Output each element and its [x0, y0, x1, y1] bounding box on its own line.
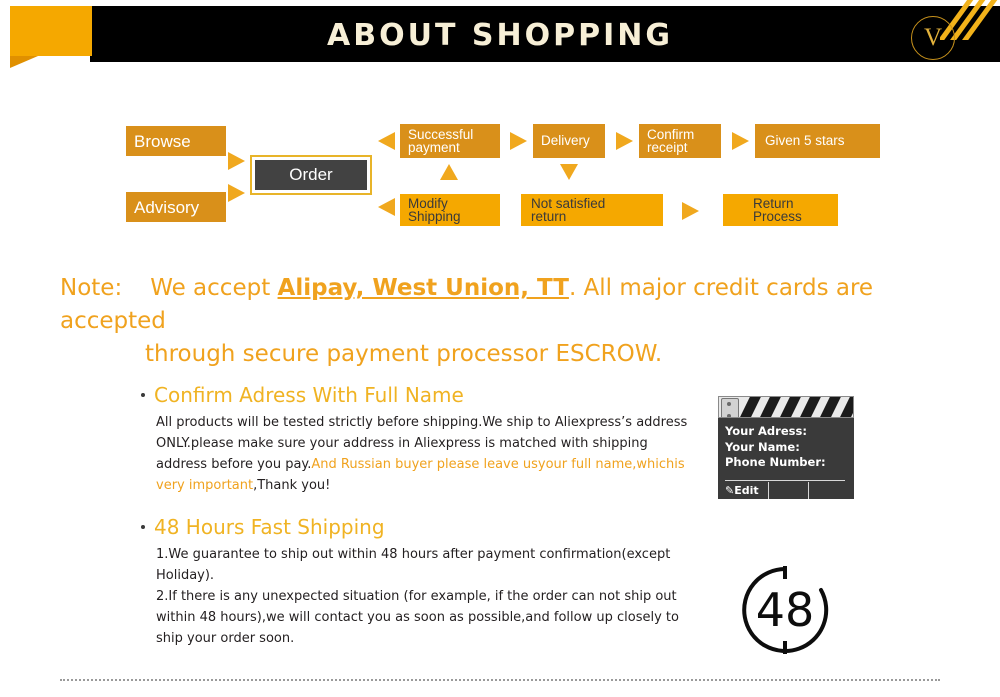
flow-node-confirm-receipt[interactable]: Confirm receipt [639, 124, 721, 158]
page-header: ABOUT SHOPPING V [0, 0, 1000, 68]
flow-node-label: Confirm receipt [647, 126, 695, 155]
flow-arrow-modify-to-payment [440, 164, 458, 180]
clock-value: 48 [755, 583, 815, 637]
flow-arrow-return-to-process [682, 202, 699, 220]
field-label-phone: Phone Number: [725, 455, 826, 469]
flow-node-successful-payment[interactable]: Successful payment [400, 124, 500, 158]
edit-button-label: Edit [734, 484, 759, 497]
section-body: All products will be tested strictly bef… [140, 412, 700, 496]
flow-node-label: Given 5 stars [765, 133, 845, 149]
clapperboard-fields: Your Adress: Your Name: Phone Number: ✎E… [718, 418, 854, 499]
note-line2: through secure payment processor ESCROW. [145, 341, 663, 367]
clapperboard-divider [725, 480, 845, 481]
order-flow-diagram: Browse Advisory Order Successful payment… [0, 110, 1000, 235]
note-prefix: Note: [60, 275, 123, 301]
page-title: ABOUT SHOPPING [0, 18, 1000, 53]
clapperboard-footer: ✎Edit [725, 482, 847, 499]
flow-arrow-confirm-to-rating [732, 132, 749, 150]
flow-node-label: Not satisfied return [531, 195, 606, 224]
flow-node-browse[interactable]: Browse [126, 126, 226, 156]
section-fast-shipping: 48 Hours Fast Shipping 1.We guarantee to… [140, 515, 700, 649]
section-heading: Confirm Adress With Full Name [140, 383, 700, 407]
flow-node-order-label: Order [255, 160, 367, 190]
flow-node-not-satisfied-return[interactable]: Not satisfied return [521, 194, 663, 226]
field-label-name: Your Name: [725, 439, 800, 454]
note-lead: We accept [150, 275, 278, 301]
clapperboard-stripes [718, 396, 854, 418]
flow-arrow-delivery-to-confirm [616, 132, 633, 150]
clapperboard-hinge [721, 398, 739, 417]
edit-button[interactable]: ✎Edit [725, 483, 759, 499]
flow-node-label-line2: Shipping [408, 209, 461, 224]
flow-node-label: Browse [134, 131, 191, 151]
flow-node-return-process[interactable]: Return Process [723, 194, 838, 226]
flow-node-label-line2: receipt [647, 140, 688, 155]
section-body: 1.We guarantee to ship out within 48 hou… [140, 544, 700, 649]
flow-arrow-browse-to-order [228, 152, 245, 170]
section-body-line1: 1.We guarantee to ship out within 48 hou… [156, 547, 671, 583]
section-body-line2: 2.If there is any unexpected situation (… [156, 589, 679, 646]
field-label-address: Your Adress: [725, 424, 807, 438]
flow-node-label-line2: Process [753, 209, 802, 224]
clapperboard-icon: Your Adress: Your Name: Phone Number: ✎E… [718, 396, 854, 499]
section-body-tail: ,Thank you! [253, 478, 331, 493]
48-hours-clock-icon: 48 [733, 563, 837, 657]
flow-arrow-payment-to-delivery [510, 132, 527, 150]
flow-node-label-line1: Return [753, 195, 794, 211]
flow-node-label: Modify Shipping [408, 195, 461, 224]
flow-node-given-5-stars[interactable]: Given 5 stars [755, 124, 880, 158]
section-confirm-address: Confirm Adress With Full Name All produc… [140, 383, 700, 496]
payment-note: Note: We accept Alipay, West Union, TT. A… [60, 272, 940, 371]
section-heading: 48 Hours Fast Shipping [140, 515, 700, 539]
flow-node-label: Delivery [541, 133, 590, 149]
flow-node-delivery[interactable]: Delivery [533, 124, 605, 158]
header-tab-tail [10, 56, 38, 68]
flow-node-label: Return Process [753, 195, 802, 224]
flow-node-label-line1: Not satisfied [531, 195, 606, 211]
flow-node-modify-shipping[interactable]: Modify Shipping [400, 194, 500, 226]
flow-arrow-delivery-to-not-satisfied [560, 164, 578, 180]
flow-node-label-line1: Modify [408, 195, 448, 211]
flow-node-label: Successful payment [408, 126, 474, 155]
flow-node-label-line2: payment [408, 140, 460, 155]
flow-node-label-line1: Confirm [647, 126, 695, 142]
flow-node-order[interactable]: Order [250, 155, 372, 195]
flow-node-label-line2: return [531, 209, 567, 224]
bottom-divider [60, 679, 940, 681]
flow-arrow-advisory-to-order [228, 184, 245, 202]
note-payment-methods: Alipay, West Union, TT [277, 275, 569, 301]
flow-node-label: Advisory [134, 197, 200, 217]
flow-arrow-order-to-modify-shipping [378, 198, 395, 216]
flow-node-advisory[interactable]: Advisory [126, 192, 226, 222]
flow-node-label-line1: Successful [408, 126, 474, 142]
brand-logo-icon: V [911, 16, 955, 60]
flow-arrow-order-to-successful-payment [378, 132, 395, 150]
